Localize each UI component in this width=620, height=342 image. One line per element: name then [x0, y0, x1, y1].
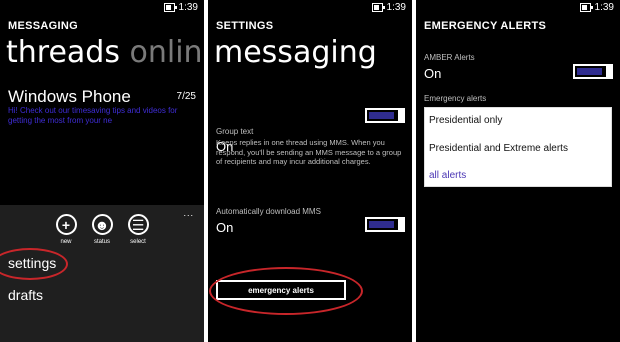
battery-icon: [579, 2, 593, 12]
app-title: SETTINGS: [216, 20, 274, 32]
emergency-button-highlight-annotation: [209, 267, 363, 315]
status-button[interactable]: ☻ status: [82, 214, 122, 245]
amber-alerts-toggle[interactable]: [573, 64, 613, 79]
messaging-threads-screen: 1:39 MESSAGING threads online Windows Ph…: [0, 0, 204, 342]
app-title: MESSAGING: [8, 20, 78, 32]
status-bar: 1:39: [371, 0, 412, 14]
group-text-description: Keeps replies in one thread using MMS. W…: [216, 138, 402, 166]
emergency-alerts-listbox[interactable]: Presidential only Presidential and Extre…: [424, 107, 612, 187]
emergency-alerts-label: Emergency alerts: [424, 94, 487, 103]
clock: 1:39: [594, 1, 614, 13]
amber-alerts-value: On: [424, 66, 442, 81]
new-label: new: [60, 239, 72, 245]
status-bar: 1:39: [579, 0, 620, 14]
list-icon: ☰: [127, 214, 149, 235]
option-presidential-only[interactable]: Presidential only: [429, 115, 502, 126]
thread-date: 7/25: [176, 91, 196, 102]
battery-icon: [163, 2, 177, 12]
pivot-header: threads online: [6, 35, 204, 70]
toggle-fill: [369, 112, 394, 119]
plus-icon: +: [55, 214, 77, 235]
group-text-toggle[interactable]: [365, 108, 405, 123]
option-all-alerts[interactable]: all alerts: [429, 170, 466, 181]
app-title: EMERGENCY ALERTS: [424, 20, 547, 32]
toggle-fill: [369, 221, 394, 228]
group-text-label: Group text: [216, 127, 254, 136]
status-bar: 1:39: [163, 0, 204, 14]
select-button[interactable]: ☰ select: [118, 214, 158, 245]
auto-mms-toggle[interactable]: [365, 217, 405, 232]
pivot-online[interactable]: online: [130, 35, 204, 70]
toggle-knob: [398, 108, 405, 123]
status-label: status: [93, 239, 110, 245]
emergency-alerts-screen: 1:39 EMERGENCY ALERTS AMBER Alerts On Em…: [416, 0, 620, 342]
select-label: select: [130, 239, 146, 245]
thread-sender[interactable]: Windows Phone: [8, 87, 131, 107]
clock: 1:39: [386, 1, 406, 13]
option-presidential-and-extreme[interactable]: Presidential and Extreme alerts: [429, 143, 568, 154]
toggle-knob: [398, 217, 405, 232]
clock: 1:39: [178, 1, 198, 13]
more-options-icon[interactable]: ...: [183, 208, 194, 218]
toggle-knob: [606, 64, 613, 79]
messaging-settings-screen: 1:39 SETTINGS messaging Group text On Ke…: [208, 0, 412, 342]
pivot-threads[interactable]: threads: [6, 35, 120, 70]
toggle-fill: [577, 68, 602, 75]
menu-item-drafts[interactable]: drafts: [8, 287, 43, 303]
new-button[interactable]: + new: [46, 214, 86, 245]
person-icon: ☻: [91, 214, 113, 235]
auto-mms-value: On: [216, 220, 234, 235]
auto-mms-label: Automatically download MMS: [216, 207, 321, 216]
amber-alerts-label: AMBER Alerts: [424, 53, 475, 62]
thread-preview[interactable]: Hi! Check out our timesaving tips and vi…: [8, 106, 198, 126]
page-title: messaging: [214, 35, 377, 70]
battery-icon: [371, 2, 385, 12]
